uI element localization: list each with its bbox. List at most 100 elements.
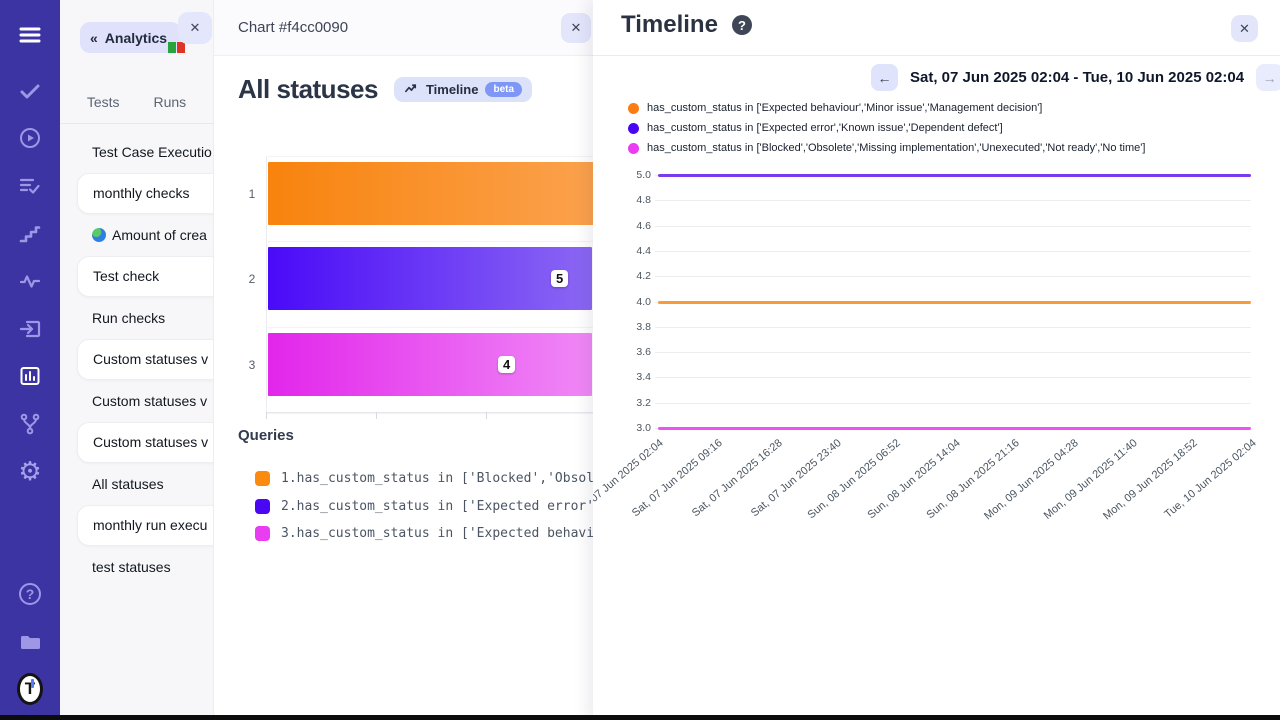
query-row-2: 2.has_custom_status in ['Expected error'… xyxy=(255,499,593,514)
legend-dot xyxy=(628,123,639,134)
sidebar-item-label: Custom statuses v xyxy=(93,434,208,450)
y-axis-tick-label: 3.2 xyxy=(607,397,651,409)
timeline-title: Timeline xyxy=(621,11,718,39)
x-axis-tick-label: Sat, 07 Jun 2025 02:04 xyxy=(593,437,666,519)
analytics-collapse-button[interactable]: « Analytics xyxy=(80,22,181,53)
sidebar-item-label: Test Case Executio xyxy=(92,144,212,160)
globe-icon xyxy=(92,228,106,242)
y-axis-tick-label: 4.2 xyxy=(607,270,651,282)
chart-detail-panel: Chart #f4cc0090 ✕ All statuses Timeline … xyxy=(214,0,593,720)
query-text: 2.has_custom_status in ['Expected error'… xyxy=(281,499,593,514)
app-logo[interactable]: T xyxy=(17,676,43,702)
sidebar-item-label: monthly run execu xyxy=(93,517,207,533)
legend-label: has_custom_status in ['Expected behaviou… xyxy=(647,102,1042,114)
query-color-swatch xyxy=(255,471,270,486)
sidebar-item-monthly-run-execu[interactable]: monthly run execu xyxy=(77,505,214,546)
grid-line xyxy=(655,302,1251,303)
play-circle-icon[interactable] xyxy=(17,125,43,151)
sidebar-item-custom-statuses-v[interactable]: Custom statuses v xyxy=(60,380,214,421)
hamburger-menu-icon[interactable] xyxy=(17,22,43,48)
sign-in-icon[interactable] xyxy=(17,316,43,342)
legend-label: has_custom_status in ['Blocked','Obsolet… xyxy=(647,142,1145,154)
list-check-icon[interactable] xyxy=(17,173,43,199)
status-mini-icon xyxy=(168,42,185,53)
bar-chart-icon[interactable] xyxy=(17,363,43,389)
sidebar-item-test-statuses[interactable]: test statuses xyxy=(60,546,214,587)
legend-label: has_custom_status in ['Expected error','… xyxy=(647,122,1003,134)
grid-line xyxy=(266,156,593,157)
sidebar-item-all-statuses[interactable]: All statuses xyxy=(60,463,214,504)
sidebar-item-amount-of-crea[interactable]: Amount of crea xyxy=(60,214,214,255)
timeline-close-button[interactable]: ✕ xyxy=(1231,15,1258,42)
x-axis-tick-label: Sat, 07 Jun 2025 09:16 xyxy=(630,437,725,519)
series-line-1 xyxy=(658,174,1251,177)
help-icon[interactable]: ? xyxy=(732,15,752,35)
sidebar-item-label: Test check xyxy=(93,268,159,284)
sidebar-item-label: Run checks xyxy=(92,310,165,326)
legend-item-1[interactable]: has_custom_status in ['Expected behaviou… xyxy=(628,98,1145,118)
legend-dot xyxy=(628,103,639,114)
query-row-3: 3.has_custom_status in ['Expected behavi… xyxy=(255,526,593,541)
sidebar-item-test-case-executio[interactable]: Test Case Executio xyxy=(60,131,214,172)
x-axis-tick-label: Sun, 08 Jun 2025 14:04 xyxy=(865,437,962,521)
sidebar-tabs: Tests Runs xyxy=(60,90,213,114)
sidebar-item-label: Amount of crea xyxy=(112,227,207,243)
folder-icon[interactable] xyxy=(17,629,43,655)
sidebar-item-test-check[interactable]: Test check xyxy=(77,256,214,297)
bar-series-1[interactable] xyxy=(268,162,593,225)
timeline-toggle-button[interactable]: Timeline beta xyxy=(394,77,532,102)
date-next-button[interactable]: → xyxy=(1256,64,1280,91)
bar-series-3[interactable] xyxy=(268,333,592,396)
sidebar-item-custom-statuses-v[interactable]: Custom statuses v xyxy=(77,339,214,380)
bar-series-2[interactable] xyxy=(268,247,592,310)
axis-tick xyxy=(266,412,267,419)
chart-panel-close-button[interactable]: ✕ xyxy=(561,13,591,43)
grid-line xyxy=(655,175,1251,176)
tab-tests[interactable]: Tests xyxy=(85,90,122,114)
steps-icon[interactable] xyxy=(17,221,43,247)
sidebar-item-monthly-checks[interactable]: monthly checks xyxy=(77,173,214,214)
x-axis-tick-label: Mon, 09 Jun 2025 11:40 xyxy=(1042,437,1140,522)
sidebar-item-custom-statuses-v[interactable]: Custom statuses v xyxy=(77,422,214,463)
sidebar-close-button[interactable]: ✕ xyxy=(178,12,212,44)
y-axis-tick-label: 4.8 xyxy=(607,194,651,206)
chart-legend: has_custom_status in ['Expected behaviou… xyxy=(628,98,1145,158)
query-text: 3.has_custom_status in ['Expected behavi… xyxy=(281,526,593,541)
bar-category-label: 2 xyxy=(244,272,260,286)
sidebar-item-label: monthly checks xyxy=(93,185,189,201)
y-axis-tick-label: 4.6 xyxy=(607,220,651,232)
check-icon[interactable] xyxy=(17,78,43,104)
grid-line xyxy=(655,352,1251,353)
x-axis-tick-label: Sat, 07 Jun 2025 23:40 xyxy=(749,437,844,519)
sidebar-item-label: Custom statuses v xyxy=(93,351,208,367)
grid-line xyxy=(266,413,593,414)
grid-line xyxy=(655,377,1251,378)
chart-panel-header: Chart #f4cc0090 xyxy=(214,0,593,56)
y-axis-tick-label: 3.6 xyxy=(607,346,651,358)
queries-heading: Queries xyxy=(238,427,294,444)
tab-runs[interactable]: Runs xyxy=(152,90,189,114)
grid-line xyxy=(655,403,1251,404)
collapse-chevrons-icon: « xyxy=(90,30,98,46)
query-row-1: 1.has_custom_status in ['Blocked','Obsol… xyxy=(255,471,593,486)
legend-item-3[interactable]: has_custom_status in ['Blocked','Obsolet… xyxy=(628,138,1145,158)
divider xyxy=(593,55,1280,56)
branch-icon[interactable] xyxy=(17,411,43,437)
grid-line xyxy=(266,241,593,242)
gear-icon[interactable]: ⚙ xyxy=(17,458,43,484)
sidebar-item-run-checks[interactable]: Run checks xyxy=(60,297,214,338)
y-axis-tick-label: 3.4 xyxy=(607,371,651,383)
y-axis-tick-label: 3.0 xyxy=(607,422,651,434)
x-axis-tick-label: Sun, 08 Jun 2025 21:16 xyxy=(924,437,1021,521)
y-axis-tick-label: 3.8 xyxy=(607,321,651,333)
icon-rail: ⚙ ? T xyxy=(0,0,60,720)
activity-pulse-icon[interactable] xyxy=(17,268,43,294)
legend-item-2[interactable]: has_custom_status in ['Expected error','… xyxy=(628,118,1145,138)
date-prev-button[interactable]: ← xyxy=(871,64,898,91)
date-range-label: Sat, 07 Jun 2025 02:04 - Tue, 10 Jun 202… xyxy=(910,69,1244,86)
help-circle-icon[interactable]: ? xyxy=(17,581,43,607)
bar-category-label: 3 xyxy=(244,358,260,372)
grid-line xyxy=(655,276,1251,277)
y-axis-tick-label: 5.0 xyxy=(607,169,651,181)
axis-tick xyxy=(486,412,487,419)
